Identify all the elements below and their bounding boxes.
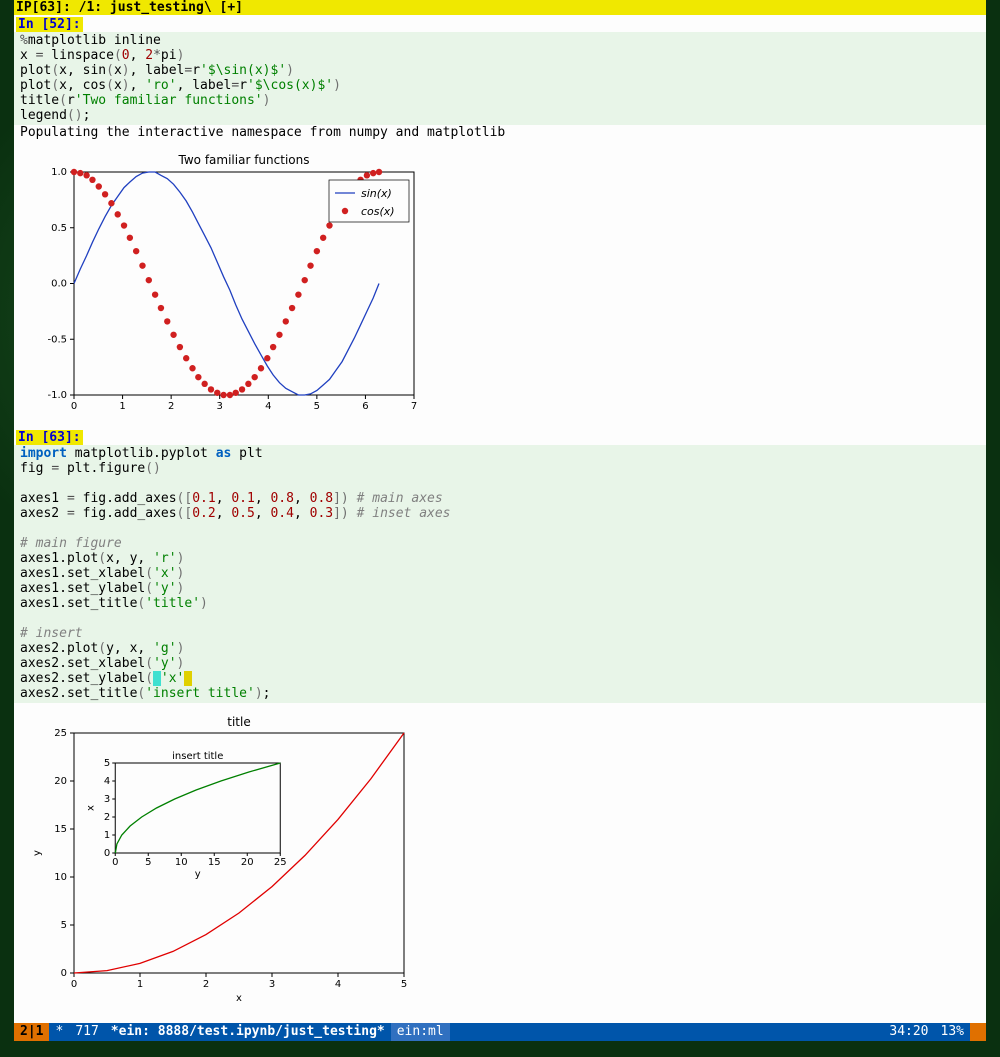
svg-text:25: 25 [274,857,287,868]
svg-text:2: 2 [168,401,174,412]
svg-text:5: 5 [104,758,110,769]
cell-1-output: Populating the interactive namespace fro… [14,125,986,140]
modeline-percent: 13% [935,1023,970,1041]
cell-2: In [63]: import matplotlib.pyplot as plt… [14,428,986,1003]
cell-2-prompt: In [63]: [16,430,83,445]
svg-text:20: 20 [54,776,67,787]
svg-text:4: 4 [265,401,271,412]
svg-text:title: title [227,715,250,729]
modeline-workspace: 2|1 [14,1023,49,1041]
svg-text:0: 0 [112,857,118,868]
svg-text:3: 3 [104,794,110,805]
svg-text:15: 15 [54,824,67,835]
svg-text:5: 5 [314,401,320,412]
svg-text:3: 3 [269,979,275,990]
cell-1-code[interactable]: %matplotlib inline x = linspace(0, 2*pi)… [14,32,986,125]
svg-text:10: 10 [175,857,188,868]
svg-text:0: 0 [71,401,77,412]
cell-1: In [52]: %matplotlib inline x = linspace… [14,15,986,420]
svg-text:y: y [195,869,201,880]
chart-2: title0123450510152025xyinsert title05101… [24,713,424,1003]
svg-text:y: y [32,850,43,856]
svg-text:0.0: 0.0 [51,279,67,290]
svg-text:1.0: 1.0 [51,167,67,178]
svg-text:Two familiar functions: Two familiar functions [178,153,310,167]
cell-1-prompt: In [52]: [16,17,83,32]
buffer-content[interactable]: In [52]: %matplotlib inline x = linspace… [14,15,986,1023]
modeline-endcap [970,1023,986,1041]
svg-text:15: 15 [208,857,221,868]
modeline-mode: ein:ml [391,1023,450,1041]
svg-text:4: 4 [335,979,341,990]
modeline-modified: * [49,1023,69,1041]
modeline-buffer: *ein: 8888/test.ipynb/just_testing* [105,1023,391,1041]
svg-text:-0.5: -0.5 [47,334,67,345]
svg-text:1: 1 [119,401,125,412]
svg-text:1: 1 [104,830,110,841]
chart-2-svg: title0123450510152025xyinsert title05101… [24,713,424,1003]
svg-text:7: 7 [411,401,417,412]
svg-text:5: 5 [145,857,151,868]
svg-text:2: 2 [104,812,110,823]
svg-text:0: 0 [104,848,110,859]
svg-text:0.5: 0.5 [51,223,67,234]
svg-text:0: 0 [71,979,77,990]
editor-window: IP[63]: /1: just_testing\ [+] In [52]: %… [14,0,986,1041]
modeline-position: 34:20 [883,1023,934,1041]
svg-text:2: 2 [203,979,209,990]
svg-text:sin(x): sin(x) [361,187,392,200]
svg-text:25: 25 [54,728,67,739]
svg-text:x: x [236,993,242,1003]
title-bar: IP[63]: /1: just_testing\ [+] [14,0,986,15]
svg-text:cos(x): cos(x) [361,205,395,218]
svg-text:4: 4 [104,776,110,787]
svg-text:0: 0 [61,968,67,979]
svg-text:5: 5 [401,979,407,990]
modeline-line: 717 [69,1023,104,1041]
svg-text:3: 3 [217,401,223,412]
svg-text:20: 20 [241,857,254,868]
svg-text:5: 5 [61,920,67,931]
mode-line: 2|1 * 717 *ein: 8888/test.ipynb/just_tes… [14,1023,986,1041]
svg-text:-1.0: -1.0 [47,390,67,401]
svg-text:6: 6 [362,401,368,412]
svg-text:1: 1 [137,979,143,990]
chart-1: Two familiar functions 0 1 2 3 4 5 6 7 -1.0 -0.5 0.… [24,150,424,420]
svg-text:x: x [85,805,96,811]
svg-text:10: 10 [54,872,67,883]
svg-text:insert title: insert title [172,751,223,762]
chart-1-svg: Two familiar functions 0 1 2 3 4 5 6 7 -1.0 -0.5 0.… [24,150,424,420]
cell-2-code[interactable]: import matplotlib.pyplot as plt fig = pl… [14,445,986,703]
